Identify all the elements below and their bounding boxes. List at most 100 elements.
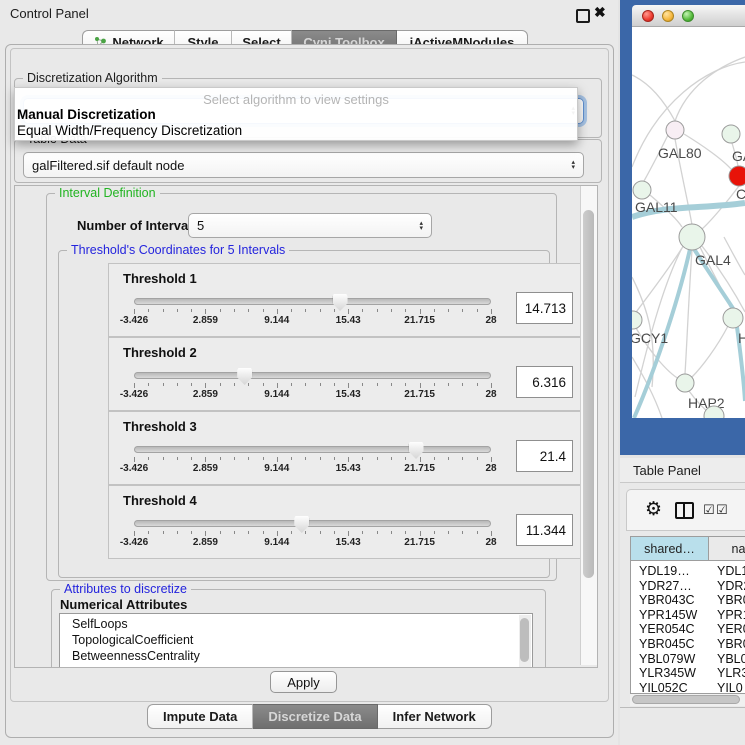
- slider-track[interactable]: [134, 520, 491, 527]
- network-node-label: H: [738, 330, 745, 346]
- table-cell[interactable]: YBR045C: [639, 637, 695, 651]
- threshold-value-field[interactable]: 14.713: [516, 292, 573, 324]
- slider-tick-labels: -3.4262.8599.14415.4321.71528: [134, 389, 491, 401]
- table-cell[interactable]: YBR0: [717, 637, 745, 651]
- network-canvas[interactable]: GAL80GACGAL11GAL4GCY1HHAP2: [632, 27, 745, 418]
- table-cell[interactable]: YIL052C: [639, 681, 688, 694]
- network-node[interactable]: [676, 374, 694, 392]
- discretization-algorithm-group-title: Discretization Algorithm: [23, 71, 162, 85]
- table-cell[interactable]: YLR3: [717, 666, 745, 680]
- algorithm-dropdown-popup: Select algorithm to view settings Manual…: [14, 87, 578, 141]
- number-of-intervals-value: 5: [197, 218, 204, 233]
- apply-button[interactable]: Apply: [270, 671, 337, 693]
- settings-scrollbar[interactable]: [580, 186, 597, 665]
- checkbox-icon[interactable]: ☑: [716, 503, 728, 518]
- checkbox-icon[interactable]: ☑: [703, 503, 715, 518]
- scrollbar-thumb[interactable]: [520, 618, 529, 662]
- network-edge: [692, 326, 728, 377]
- table-data-combo-value: galFiltered.sif default node: [32, 158, 184, 173]
- interval-definition-group: Interval Definition Number of Intervals …: [46, 193, 557, 581]
- table-cell[interactable]: YER0: [717, 622, 745, 636]
- network-node[interactable]: [679, 224, 705, 250]
- numerical-attributes-list[interactable]: SelfLoops TopologicalCoefficient Betweenne…: [59, 613, 533, 668]
- minimize-traffic-light-icon[interactable]: [662, 10, 674, 22]
- attribute-list-item[interactable]: BetweennessCentrality: [72, 649, 200, 663]
- algorithm-option[interactable]: Equal Width/Frequency Discretization: [17, 123, 242, 138]
- table-panel: Table Panel ⚙ ☑ ☑ shared…naYDL19…YDL1YDR…: [620, 458, 745, 745]
- control-panel: Control Panel ✖ NetworkStyleSelectCyni T…: [0, 0, 618, 745]
- close-traffic-light-icon[interactable]: [642, 10, 654, 22]
- attribute-list-item[interactable]: SelfLoops: [72, 617, 128, 631]
- table-cell[interactable]: YBL079W: [639, 652, 695, 666]
- scrollbar-thumb[interactable]: [583, 210, 594, 578]
- network-node[interactable]: [722, 125, 740, 143]
- network-node[interactable]: [632, 311, 642, 329]
- network-node-label: GAL11: [635, 199, 678, 215]
- tab-infer-network[interactable]: Infer Network: [378, 704, 492, 729]
- table-panel-header: Table Panel: [620, 458, 745, 483]
- table-cell[interactable]: YER054C: [639, 622, 695, 636]
- bottom-tab-bar: Impute Data Discretize Data Infer Network: [147, 704, 492, 729]
- scrollbar-thumb[interactable]: [632, 695, 740, 704]
- split-column-icon[interactable]: [675, 502, 694, 519]
- slider-tick-labels: -3.4262.8599.14415.4321.71528: [134, 537, 491, 549]
- control-panel-title: Control Panel: [10, 6, 89, 21]
- network-graph: GAL80GACGAL11GAL4GCY1HHAP2: [632, 27, 745, 418]
- table-cell[interactable]: YBR0: [717, 593, 745, 607]
- attributes-list-scrollbar[interactable]: [519, 615, 531, 668]
- network-node[interactable]: [729, 166, 745, 186]
- threshold-row: Threshold 4 -3.4262.8599.14415.4321.71528…: [108, 485, 586, 559]
- network-node[interactable]: [723, 308, 743, 328]
- network-node-label: GAL80: [658, 145, 702, 161]
- zoom-traffic-light-icon[interactable]: [682, 10, 694, 22]
- tab-discretize-data[interactable]: Discretize Data: [253, 704, 377, 729]
- network-node[interactable]: [666, 121, 684, 139]
- threshold-row: Threshold 3-3.4262.8599.14415.4321.71528…: [108, 411, 586, 485]
- network-node-label: GAL4: [695, 252, 731, 268]
- slider-track[interactable]: [134, 372, 491, 379]
- table-cell[interactable]: YPR145W: [639, 608, 697, 622]
- table-cell[interactable]: YPR1: [717, 608, 745, 622]
- table-cell[interactable]: YIL0: [717, 681, 743, 694]
- slider-ticks: [134, 531, 491, 536]
- algorithm-popup-placeholder: Select algorithm to view settings: [15, 92, 577, 107]
- threshold-value-field[interactable]: 11.344: [516, 514, 573, 546]
- attributes-group-title: Attributes to discretize: [60, 582, 191, 596]
- threshold-value-field[interactable]: 6.316: [516, 366, 573, 398]
- interval-definition-group-title: Interval Definition: [55, 186, 160, 200]
- network-window-titlebar[interactable]: [632, 5, 745, 27]
- tab-impute-data[interactable]: Impute Data: [147, 704, 253, 729]
- float-window-icon[interactable]: [576, 9, 590, 23]
- slider-track[interactable]: [134, 298, 491, 305]
- table-data-combo[interactable]: galFiltered.sif default node ▴▾: [23, 152, 584, 178]
- algorithm-option[interactable]: Manual Discretization: [17, 107, 156, 122]
- threshold-row: Threshold 1-3.4262.8599.14415.4321.71528…: [108, 263, 586, 337]
- gear-icon[interactable]: ⚙: [645, 498, 662, 520]
- node-attribute-table[interactable]: shared…na YDL19… YDL1 YDR27… YDR2 YBR043C YBR0…: [630, 536, 745, 694]
- close-icon[interactable]: ✖: [594, 4, 606, 21]
- network-node[interactable]: [633, 181, 651, 199]
- number-of-intervals-combo[interactable]: 5 ▴▾: [188, 213, 432, 238]
- threshold-label: Threshold 1: [123, 271, 197, 286]
- number-of-intervals-label: Number of Intervals: [77, 218, 199, 233]
- table-column-header[interactable]: shared…: [631, 537, 709, 561]
- table-column-header[interactable]: na: [709, 537, 745, 561]
- combo-arrows-icon: ▴▾: [571, 160, 575, 170]
- table-cell[interactable]: YLR345W: [639, 666, 696, 680]
- table-cell[interactable]: YDL19…: [639, 564, 690, 578]
- table-panel-title: Table Panel: [633, 463, 701, 478]
- attribute-list-item[interactable]: TopologicalCoefficient: [72, 633, 193, 647]
- tab-label: Infer Network: [393, 709, 476, 724]
- table-cell[interactable]: YDL1: [717, 564, 745, 578]
- thresholds-group: Threshold's Coordinates for 5 Intervals …: [58, 250, 550, 578]
- slider-track[interactable]: [134, 446, 491, 453]
- tab-label: Impute Data: [163, 709, 237, 724]
- threshold-label: Threshold 3: [123, 419, 197, 434]
- table-horizontal-scrollbar[interactable]: [630, 694, 745, 706]
- threshold-label: Threshold 4: [123, 493, 197, 508]
- table-cell[interactable]: YDR2: [717, 579, 745, 593]
- table-cell[interactable]: YBL0: [717, 652, 745, 666]
- threshold-value-field[interactable]: 21.4: [516, 440, 573, 472]
- table-cell[interactable]: YDR27…: [639, 579, 692, 593]
- table-cell[interactable]: YBR043C: [639, 593, 695, 607]
